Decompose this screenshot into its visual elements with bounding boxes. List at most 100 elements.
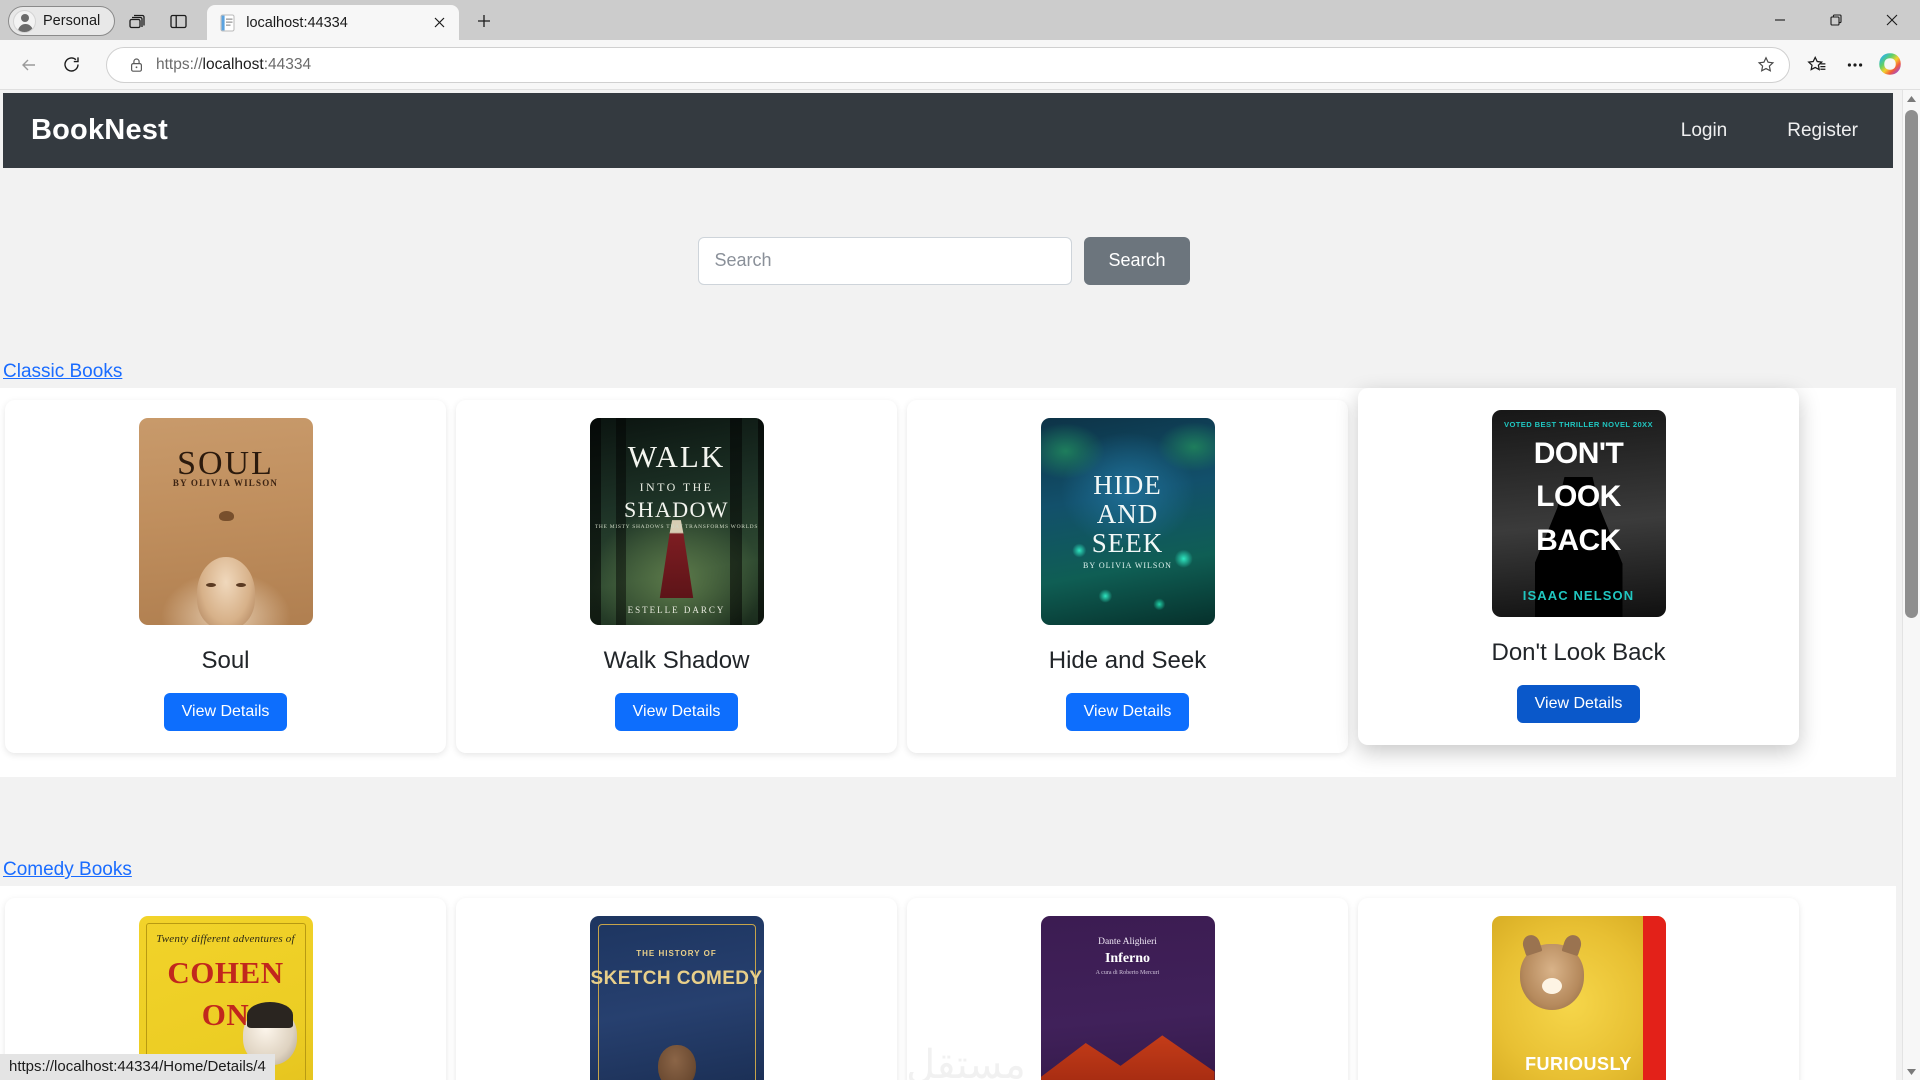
refresh-icon[interactable] — [52, 46, 90, 84]
tab-title: localhost:44334 — [246, 14, 348, 31]
new-tab-button[interactable] — [469, 6, 499, 36]
cover-title-2: SHADOW — [624, 496, 729, 522]
cover-author: ESTELLE DARCY — [627, 604, 726, 615]
book-cover-sketch-comedy: THE HISTORY OF SKETCH COMEDY — [589, 916, 764, 1080]
book-card[interactable]: SOUL BY OLIVIA WILSON Soul View Details — [5, 400, 446, 753]
book-card[interactable]: HIDE AND SEEK BY OLIVIA WILSON Hide and … — [907, 400, 1348, 753]
view-details-button[interactable]: View Details — [163, 693, 288, 731]
register-link[interactable]: Register — [1787, 120, 1858, 142]
cover-tagline: THE MISTY SHADOWS THAT TRANSFORMS WORLDS — [594, 523, 759, 530]
cover-badge: THE HISTORY OF — [636, 949, 717, 959]
page-viewport: BookNest Login Register Search Classic B… — [0, 90, 1920, 1080]
cover-title: DON'T — [1533, 436, 1624, 470]
search-band: Search — [0, 168, 1896, 353]
book-title: Don't Look Back — [1491, 639, 1666, 666]
book-cover-soul: SOUL BY OLIVIA WILSON — [138, 418, 313, 625]
cover-title-2: ON — [201, 996, 250, 1032]
cover-badge: Twenty different adventures of — [156, 932, 295, 945]
cover-title: FURIOUSLY — [1525, 1054, 1632, 1075]
classic-books-row: SOUL BY OLIVIA WILSON Soul View Details … — [0, 388, 1896, 777]
cover-title: Inferno — [1104, 951, 1151, 967]
star-icon[interactable] — [1751, 50, 1781, 80]
book-cover-walk-shadow: WALK INTO THE SHADOW THE MISTY SHADOWS T… — [589, 418, 764, 625]
copilot-icon[interactable] — [1876, 50, 1906, 80]
cover-subtitle: A cura di Roberto Mercuri — [1095, 969, 1160, 976]
cover-title: SKETCH COMEDY — [590, 967, 763, 989]
cover-title: COHEN — [167, 955, 284, 991]
tab-close-icon[interactable] — [428, 12, 450, 34]
booknest-page: BookNest Login Register Search Classic B… — [0, 93, 1896, 1080]
restore-button[interactable] — [1808, 0, 1864, 40]
profile-button[interactable]: Personal — [8, 6, 116, 36]
comedian-illustration — [647, 1045, 707, 1080]
scroll-down-icon[interactable] — [1903, 1062, 1920, 1080]
workspaces-icon[interactable] — [121, 6, 155, 36]
site-navbar: BookNest Login Register — [3, 93, 1893, 168]
book-card[interactable]: Twenty different adventures of COHEN ON … — [5, 898, 446, 1080]
cover-title-3: SEEK — [1091, 527, 1164, 558]
section-gap — [0, 777, 1896, 851]
cover-title: HIDE — [1093, 469, 1162, 500]
book-cover-furiously-happy: FURIOUSLY HAPPY — [1491, 916, 1666, 1080]
browser-toolbar: https://localhost:44334 — [0, 40, 1920, 90]
split-screen-icon[interactable] — [161, 6, 195, 36]
face-illustration — [196, 557, 255, 625]
book-card[interactable]: Dante Alighieri Inferno A cura di Robert… — [907, 898, 1348, 1080]
cover-title: WALK — [627, 438, 726, 474]
raccoon-snout — [1541, 978, 1562, 994]
browser-window: Personal localhost:44334 https://localho… — [0, 0, 1920, 1080]
cover-badge: Dante Alighieri — [1098, 936, 1157, 947]
site-info-lock-icon[interactable] — [125, 57, 147, 73]
comedy-books-link[interactable]: Comedy Books — [3, 857, 132, 883]
site-brand[interactable]: BookNest — [31, 114, 168, 147]
cover-title-2: AND — [1096, 498, 1159, 529]
moth-icon — [218, 511, 234, 522]
minimize-button[interactable] — [1752, 0, 1808, 40]
status-bar-url: https://localhost:44334/Home/Details/4 — [0, 1054, 275, 1080]
cover-author: BY OLIVIA WILSON — [172, 478, 279, 489]
book-card[interactable]: WALK INTO THE SHADOW THE MISTY SHADOWS T… — [456, 400, 897, 753]
cover-subtitle: INTO THE — [639, 480, 714, 495]
person-avatar-icon — [13, 9, 36, 33]
page-scrollbar[interactable] — [1902, 90, 1920, 1080]
address-bar[interactable]: https://localhost:44334 — [106, 46, 1790, 83]
book-card[interactable]: THE HISTORY OF SKETCH COMEDY The History… — [456, 898, 897, 1080]
url-scheme: https:// — [156, 55, 203, 73]
classic-books-link[interactable]: Classic Books — [3, 359, 122, 385]
cover-badge: VOTED BEST THRILLER NOVEL 20XX — [1504, 420, 1653, 430]
comedy-books-row: Twenty different adventures of COHEN ON … — [0, 886, 1896, 1080]
cover-author: BY OLIVIA WILSON — [1083, 560, 1172, 570]
profile-label: Personal — [43, 13, 101, 29]
book-cover-dont-look-back: VOTED BEST THRILLER NOVEL 20XX DON'T LOO… — [1491, 410, 1666, 617]
book-card[interactable]: FURIOUSLY HAPPY Furiously Happy View Det… — [1358, 898, 1799, 1080]
ellipsis-icon[interactable] — [1836, 46, 1874, 84]
search-input[interactable] — [698, 236, 1073, 285]
url-port: :44334 — [263, 55, 312, 73]
classic-books-heading-row: Classic Books — [0, 353, 1896, 388]
scrollbar-thumb[interactable] — [1905, 110, 1918, 618]
raccoon-illustration — [1519, 944, 1584, 1010]
comedy-books-heading-row: Comedy Books — [0, 851, 1896, 886]
collections-star-icon[interactable] — [1798, 46, 1836, 84]
url-text[interactable]: https://localhost:44334 — [156, 56, 1751, 74]
view-details-button[interactable]: View Details — [614, 693, 739, 731]
browser-tab[interactable]: localhost:44334 — [207, 5, 460, 40]
book-title: Hide and Seek — [1048, 647, 1207, 674]
search-button[interactable]: Search — [1084, 236, 1190, 285]
scroll-up-icon[interactable] — [1903, 90, 1920, 108]
book-title: Soul — [201, 647, 250, 674]
book-card[interactable]: VOTED BEST THRILLER NOVEL 20XX DON'T LOO… — [1358, 388, 1799, 745]
book-cover-inferno: Dante Alighieri Inferno A cura di Robert… — [1040, 916, 1215, 1080]
url-host: localhost — [202, 55, 264, 73]
view-details-button[interactable]: View Details — [1516, 685, 1641, 723]
figure-illustration — [659, 520, 694, 599]
cover-author: ISAAC NELSON — [1522, 587, 1635, 603]
close-button[interactable] — [1864, 0, 1920, 40]
book-title: Walk Shadow — [603, 647, 750, 674]
search-form: Search — [698, 236, 1190, 285]
login-link[interactable]: Login — [1681, 120, 1728, 142]
book-cover-hide-and-seek: HIDE AND SEEK BY OLIVIA WILSON — [1040, 418, 1215, 625]
navbar-links: Login Register — [1681, 120, 1858, 142]
back-arrow-icon[interactable] — [10, 46, 48, 84]
view-details-button[interactable]: View Details — [1065, 693, 1190, 731]
